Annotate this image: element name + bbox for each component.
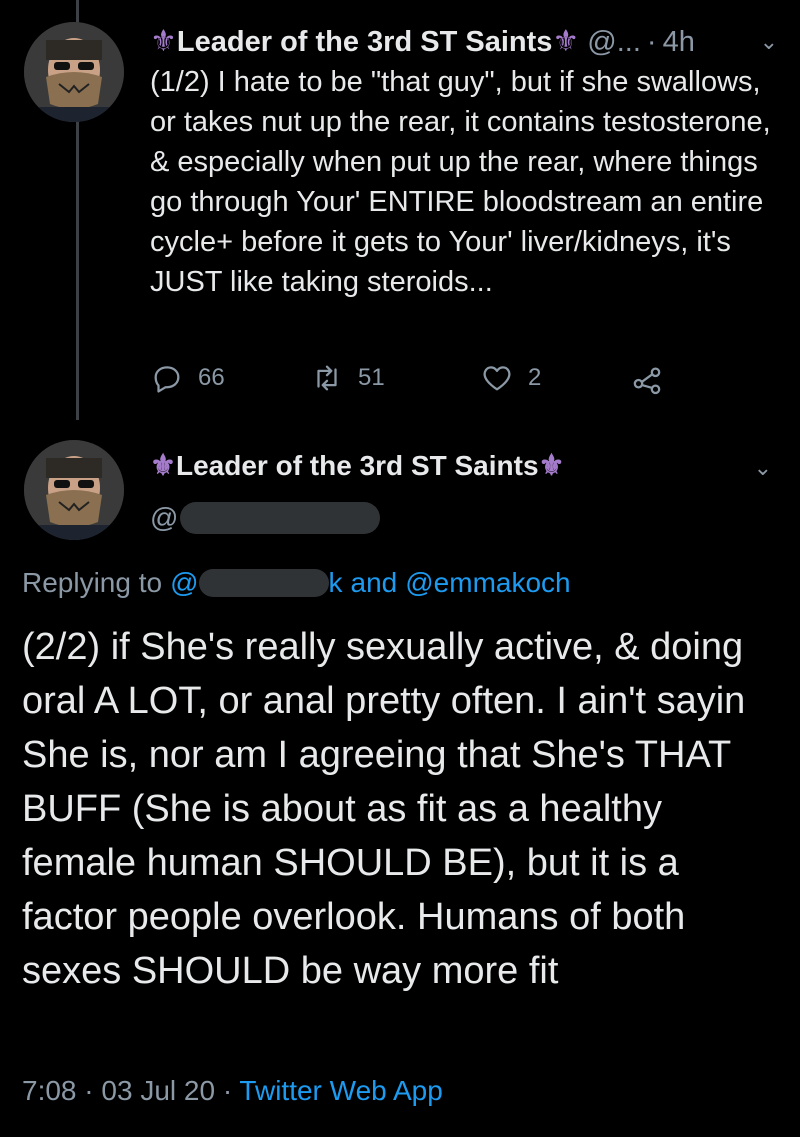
tweet-source[interactable]: Twitter Web App [239,1075,442,1106]
avatar-image [24,440,124,540]
like-count: 2 [528,364,542,391]
tweet-text: (1/2) I hate to be "that guy", but if sh… [150,66,771,298]
reply-button[interactable]: 66 [150,361,225,395]
share-button[interactable] [630,361,678,395]
separator-dot: · [222,1075,233,1106]
redacted-handle [180,502,381,534]
avatar[interactable] [24,22,124,122]
retweet-button[interactable]: 51 [310,361,385,395]
share-icon [633,367,661,395]
handle[interactable]: @... [587,26,641,59]
tweet-author: ⚜ Leader of the 3rd ST Saints ⚜ [150,450,565,482]
reply-target-1-tail[interactable]: k [329,567,343,599]
fleur-de-lis-icon: ⚜ [538,449,565,482]
tweet-meta: 7:08 · 03 Jul 20 · Twitter Web App [22,1075,443,1107]
tweet-header: ⚜ Leader of the 3rd ST Saints ⚜ @... · 4… [150,22,780,62]
reply-target-1-prefix[interactable]: @ [170,567,198,599]
tweet-time[interactable]: 4h [663,26,695,59]
fleur-de-lis-icon: ⚜ [552,25,580,58]
handle[interactable]: @ [150,502,381,534]
retweet-icon [317,365,337,391]
tweet-text: (2/2) if She's really sexually active, &… [22,626,746,992]
replying-to: Replying to @ k and @emmakoch [22,567,571,599]
avatar[interactable] [24,440,124,540]
like-button[interactable]: 2 [480,361,541,395]
replying-and: and [350,567,398,598]
reply-count: 66 [198,364,225,391]
separator-dot: · [646,25,657,58]
fleur-de-lis-icon: ⚜ [150,25,177,58]
handle-prefix: @ [150,502,179,533]
display-name[interactable]: Leader of the 3rd ST Saints [177,26,552,59]
replying-label: Replying to [22,567,163,598]
chevron-down-icon[interactable]: ⌄ [754,455,772,481]
separator-dot: · [84,1075,94,1106]
redacted-reply-target [198,569,329,597]
retweet-count: 51 [358,364,385,391]
display-name[interactable]: Leader of the 3rd ST Saints [176,450,539,482]
like-icon [483,366,511,391]
avatar-image [24,22,124,122]
tweet-date[interactable]: 03 Jul 20 [101,1075,215,1106]
reply-icon [154,366,180,393]
tweet-time[interactable]: 7:08 [22,1075,77,1106]
chevron-down-icon[interactable]: ⌄ [760,29,778,55]
reply-target-2[interactable]: @emmakoch [405,567,570,599]
fleur-de-lis-icon: ⚜ [150,449,176,482]
tweet-actions: 66 51 2 [150,358,690,398]
